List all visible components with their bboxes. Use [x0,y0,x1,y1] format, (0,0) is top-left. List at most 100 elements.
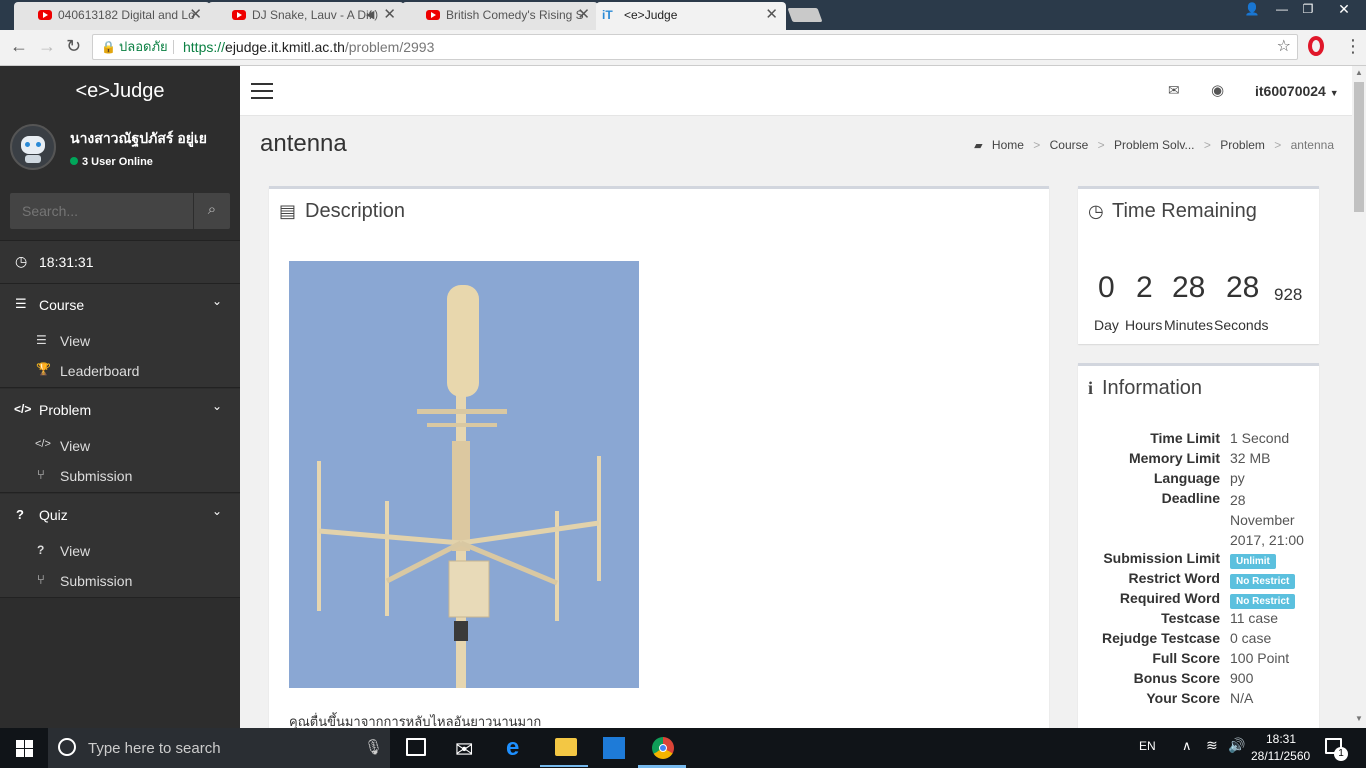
code-fork-icon: ⑂ [37,467,45,482]
forward-arrow-icon[interactable]: → [38,36,56,57]
browser-tab[interactable]: DJ Snake, Lauv - A Dif ◀) ✕ [208,2,404,30]
sidebar-item-label: Problem [39,402,92,418]
countdown-day-label: Day [1094,317,1119,333]
scroll-up-icon[interactable]: ▲ [1355,68,1363,77]
back-arrow-icon[interactable]: ← [10,36,28,57]
info-value: 900 [1230,670,1254,686]
browser-tab-strip: 040613182 Digital and Lo ✕ DJ Snake, Lau… [0,0,1366,30]
online-status: 3 User Online [70,156,153,168]
reload-icon[interactable]: ↻ [66,36,81,57]
info-label: Full Score [1152,650,1220,666]
taskbar-date[interactable]: 28/11/2560 [1251,749,1310,763]
globe-icon[interactable]: ◉ [1211,81,1224,99]
kebab-menu-icon[interactable]: ⋮ [1344,36,1362,57]
code-icon: </> [14,402,32,416]
countdown-seconds-label: Seconds [1214,317,1269,333]
clock-time: 18:31:31 [39,254,94,270]
sidebar-subitem-course-view[interactable]: ☰ View [0,326,240,356]
sidebar-item-quiz[interactable]: ? Quiz ⌄ [0,494,240,536]
info-icon: i [1088,378,1094,398]
windows-taskbar: Type here to search 🎙 ✉ e EN ∧ ≋ 🔊 18:31… [0,728,1366,768]
close-icon[interactable]: ✕ [383,2,396,28]
sidebar-item-problem[interactable]: </> Problem ⌄ [0,389,240,431]
store-icon[interactable] [603,737,625,759]
sidebar-subitem-problem-submission[interactable]: ⑂ Submission [0,461,240,491]
breadcrumb-problem[interactable]: Problem [1220,138,1265,152]
window-close-button[interactable]: ✕ [1322,0,1366,20]
clock-icon: ◷ [15,253,28,269]
info-label: Language [1153,470,1220,486]
close-icon[interactable]: ✕ [189,2,202,28]
youtube-icon [232,10,246,20]
trophy-icon: 🏆 [36,362,51,376]
user-menu[interactable]: it60070024 ▼ [1255,83,1339,99]
brand-logo[interactable]: <e>Judge [0,66,240,116]
time-remaining-box: ◷ Time Remaining 0 2 28 28 928 Day Hours… [1078,186,1319,344]
sidebar-item-course[interactable]: ☰ Course ⌄ [0,284,240,326]
search-input[interactable] [10,193,193,229]
user-profile-icon[interactable]: 👤 [1238,0,1266,20]
browser-tab-active[interactable]: iT <e>Judge ✕ [596,2,786,30]
task-view-icon[interactable] [406,738,426,756]
close-icon[interactable]: ✕ [765,2,778,28]
close-icon[interactable]: ✕ [577,2,590,28]
lock-icon: 🔒 [101,40,116,54]
star-bookmark-icon[interactable]: ☆ [1277,35,1291,59]
microphone-icon[interactable]: 🎙 [364,738,383,756]
youtube-icon [38,10,52,20]
file-explorer-icon[interactable] [555,738,577,756]
description-text: คุณตื่นขึ้นมาจากการหลับไหลอันยาวนานมาก [289,714,542,728]
restore-button[interactable]: ❐ [1294,0,1322,20]
user-name: นางสาวณัฐปภัสร์ อยู่เย [70,130,207,146]
breadcrumb-home[interactable]: Home [992,138,1024,152]
sidebar-section-problem: </> Problem ⌄ </> View ⑂ Submission [0,389,240,493]
scrollbar-thumb[interactable] [1354,82,1364,212]
site-logo-icon: iT [602,8,613,22]
speaker-icon[interactable]: ◀) [366,2,378,28]
page-scrollbar[interactable]: ▲ ▼ [1352,66,1366,728]
tab-title: <e>Judge [624,8,678,22]
new-tab-button[interactable] [787,8,823,22]
envelope-icon[interactable]: ✉ [1168,82,1180,99]
info-label: Your Score [1146,690,1220,706]
page-title: antenna [260,130,347,157]
breadcrumb-problem-solving[interactable]: Problem Solv... [1114,138,1194,152]
description-heading: Description [305,200,406,222]
sidebar-subitem-quiz-submission[interactable]: ⑂ Submission [0,566,240,596]
countdown-hours: 2 [1136,271,1153,304]
info-label: Deadline [1161,490,1220,506]
language-indicator[interactable]: EN [1139,739,1156,753]
question-icon: ? [37,543,45,557]
sidebar-subitem-leaderboard[interactable]: 🏆 Leaderboard [0,356,240,386]
sidebar-subitem-problem-view[interactable]: </> View [0,431,240,461]
volume-icon[interactable]: 🔊 [1228,737,1245,754]
wifi-icon[interactable]: ≋ [1206,737,1218,754]
scroll-down-icon[interactable]: ▼ [1355,714,1363,723]
chevron-down-icon: ⌄ [212,399,223,413]
status-badge: No Restrict [1230,594,1296,609]
breadcrumb-course[interactable]: Course [1050,138,1089,152]
browser-tab[interactable]: 040613182 Digital and Lo ✕ [14,2,210,30]
minimize-button[interactable]: — [1268,0,1296,20]
taskbar-time[interactable]: 18:31 [1266,732,1296,746]
chevron-up-icon[interactable]: ∧ [1182,738,1192,754]
list-icon: ☰ [36,333,47,347]
info-label: Time Limit [1150,430,1220,446]
info-label: Bonus Score [1133,670,1220,686]
url-path: /problem/2993 [344,39,435,55]
taskbar-search-box[interactable]: Type here to search 🎙 [48,728,390,768]
windows-start-icon[interactable] [16,740,33,757]
mail-icon[interactable]: ✉ [455,737,473,763]
information-heading: Information [1102,377,1203,399]
url-input[interactable]: 🔒 ปลอดภัย https://ejudge.it.kmitl.ac.th/… [92,34,1298,60]
hamburger-menu-icon[interactable] [251,83,273,99]
info-label: Required Word [1119,590,1220,606]
antenna-image [289,261,639,688]
description-box: ▤ Description คุณตื่นขึ้นมาจากการหลับไหล… [269,186,1049,728]
browser-tab[interactable]: British Comedy's Rising S ✕ [402,2,598,30]
sidebar-subitem-quiz-view[interactable]: ? View [0,536,240,566]
sidebar: <e>Judge นางสาวณัฐปภัสร์ อยู่เย 3 User O… [0,66,240,728]
edge-icon[interactable]: e [506,734,519,762]
opera-icon[interactable] [1308,36,1324,56]
search-button[interactable]: ⌕ [193,193,230,229]
